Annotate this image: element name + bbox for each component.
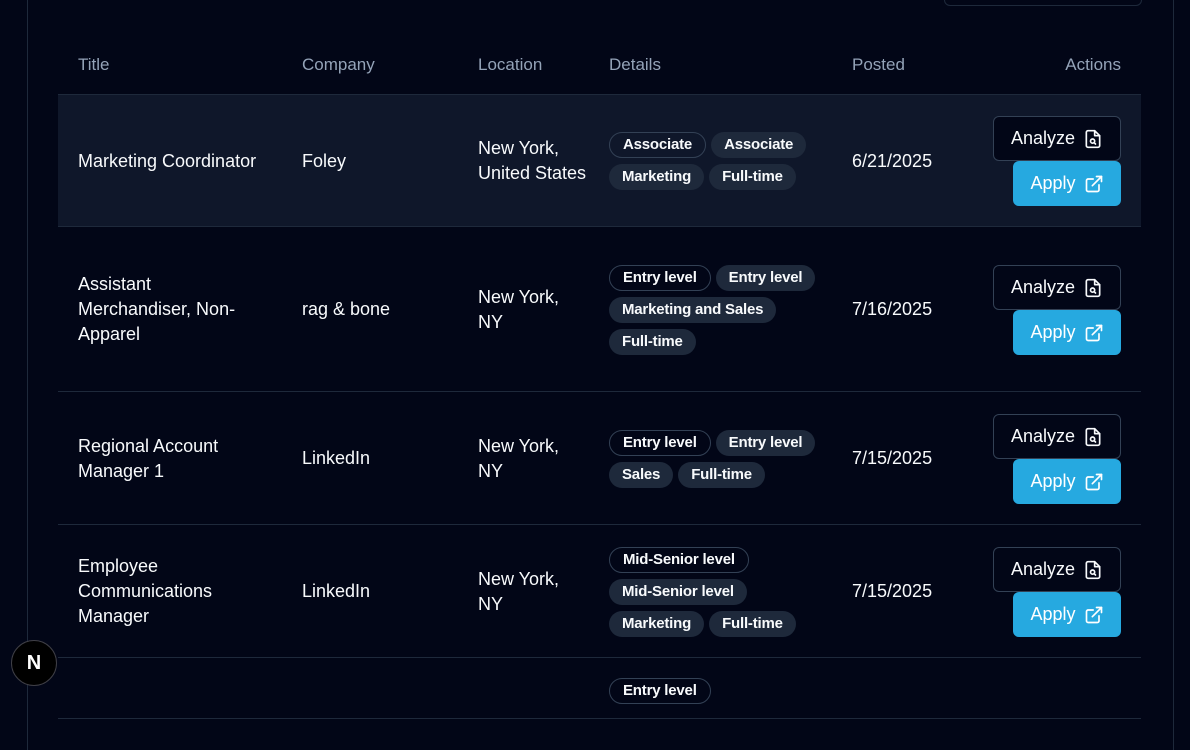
table-body: Marketing Coordinator Foley New York, Unit…	[58, 95, 1141, 719]
detail-badge: Marketing and Sales	[609, 297, 777, 323]
top-filter-control[interactable]	[944, 0, 1142, 6]
detail-badge: Marketing	[609, 164, 705, 190]
apply-button[interactable]: Apply	[1013, 459, 1121, 504]
detail-badge: Full-time	[709, 164, 796, 190]
apply-button[interactable]: Apply	[1013, 592, 1121, 637]
analyze-label: Analyze	[1010, 426, 1076, 446]
job-title: Assistant Merchandiser, Non-Apparel	[78, 274, 236, 344]
job-location: New York, United States	[478, 138, 587, 183]
table-row[interactable]: Entry level	[58, 658, 1141, 719]
detail-badge: Associate	[609, 132, 707, 158]
detail-badge: Full-time	[609, 329, 696, 355]
col-actions-header: Actions	[1065, 55, 1121, 74]
col-company-header: Company	[302, 55, 375, 74]
detail-badge: Entry level	[715, 265, 816, 291]
table-row[interactable]: Regional Account Manager 1 LinkedIn New Yo…	[58, 392, 1141, 525]
posted-date: 6/21/2025	[852, 151, 933, 171]
analyze-label: Analyze	[1010, 277, 1076, 297]
table-row[interactable]: Employee Communications Manager LinkedIn N…	[58, 525, 1141, 658]
apply-button[interactable]: Apply	[1013, 161, 1121, 206]
company-name: rag & bone	[302, 299, 391, 319]
detail-badge: Entry level	[609, 430, 711, 456]
detail-badge: Full-time	[678, 462, 765, 488]
file-scan-icon	[1083, 560, 1103, 580]
posted-date: 7/16/2025	[852, 299, 933, 319]
dev-indicator-label: N	[26, 651, 42, 674]
detail-badge: Marketing	[609, 611, 705, 637]
dev-indicator-button[interactable]: N	[11, 640, 57, 686]
analyze-button[interactable]: Analyze	[993, 116, 1121, 161]
analyze-label: Analyze	[1010, 559, 1076, 579]
file-scan-icon	[1083, 278, 1103, 298]
table-header: Title Company Location Details Posted Ac…	[58, 38, 1141, 95]
col-title-header: Title	[78, 55, 110, 74]
details-badges: Entry level Entry level Marketing and Sale…	[609, 265, 824, 355]
details-badges: Associate Associate Marketing Full-time	[609, 132, 824, 190]
detail-badge: Mid-Senior level	[609, 579, 747, 605]
details-badges: Entry level Entry level Sales Full-time	[609, 430, 824, 488]
analyze-button[interactable]: Analyze	[993, 414, 1121, 459]
file-scan-icon	[1083, 427, 1103, 447]
external-link-icon	[1084, 605, 1104, 625]
table-row[interactable]: Assistant Merchandiser, Non-Apparel rag &…	[58, 227, 1141, 392]
posted-date: 7/15/2025	[852, 581, 933, 601]
external-link-icon	[1084, 174, 1104, 194]
col-details-header: Details	[609, 55, 661, 74]
job-location: New York, NY	[478, 287, 560, 332]
job-location: New York, NY	[478, 569, 560, 614]
company-name: LinkedIn	[302, 581, 371, 601]
detail-badge: Entry level	[715, 430, 816, 456]
apply-label: Apply	[1030, 173, 1076, 193]
jobs-table: Title Company Location Details Posted Ac…	[58, 38, 1141, 719]
detail-badge: Mid-Senior level	[609, 547, 749, 573]
apply-label: Apply	[1030, 471, 1076, 491]
job-title: Employee Communications Manager	[78, 556, 213, 626]
posted-date: 7/15/2025	[852, 448, 933, 468]
detail-badge: Sales	[609, 462, 674, 488]
detail-badge: Associate	[711, 132, 807, 158]
file-scan-icon	[1083, 129, 1103, 149]
detail-badge: Entry level	[609, 678, 711, 704]
apply-button[interactable]: Apply	[1013, 310, 1121, 355]
col-location-header: Location	[478, 55, 543, 74]
job-title: Marketing Coordinator	[78, 151, 257, 171]
detail-badge: Full-time	[709, 611, 796, 637]
analyze-button[interactable]: Analyze	[993, 547, 1121, 592]
company-name: Foley	[302, 151, 347, 171]
table-row[interactable]: Marketing Coordinator Foley New York, Unit…	[58, 95, 1141, 227]
details-badges: Entry level	[609, 678, 824, 704]
company-name: LinkedIn	[302, 448, 371, 468]
detail-badge: Entry level	[609, 265, 711, 291]
job-title: Regional Account Manager 1	[78, 436, 219, 481]
external-link-icon	[1084, 323, 1104, 343]
details-badges: Mid-Senior level Mid-Senior level Marketin…	[609, 547, 824, 637]
job-location: New York, NY	[478, 436, 560, 481]
apply-label: Apply	[1030, 322, 1076, 342]
analyze-button[interactable]: Analyze	[993, 265, 1121, 310]
col-posted-header: Posted	[852, 55, 905, 74]
apply-label: Apply	[1030, 604, 1076, 624]
analyze-label: Analyze	[1010, 128, 1076, 148]
external-link-icon	[1084, 472, 1104, 492]
